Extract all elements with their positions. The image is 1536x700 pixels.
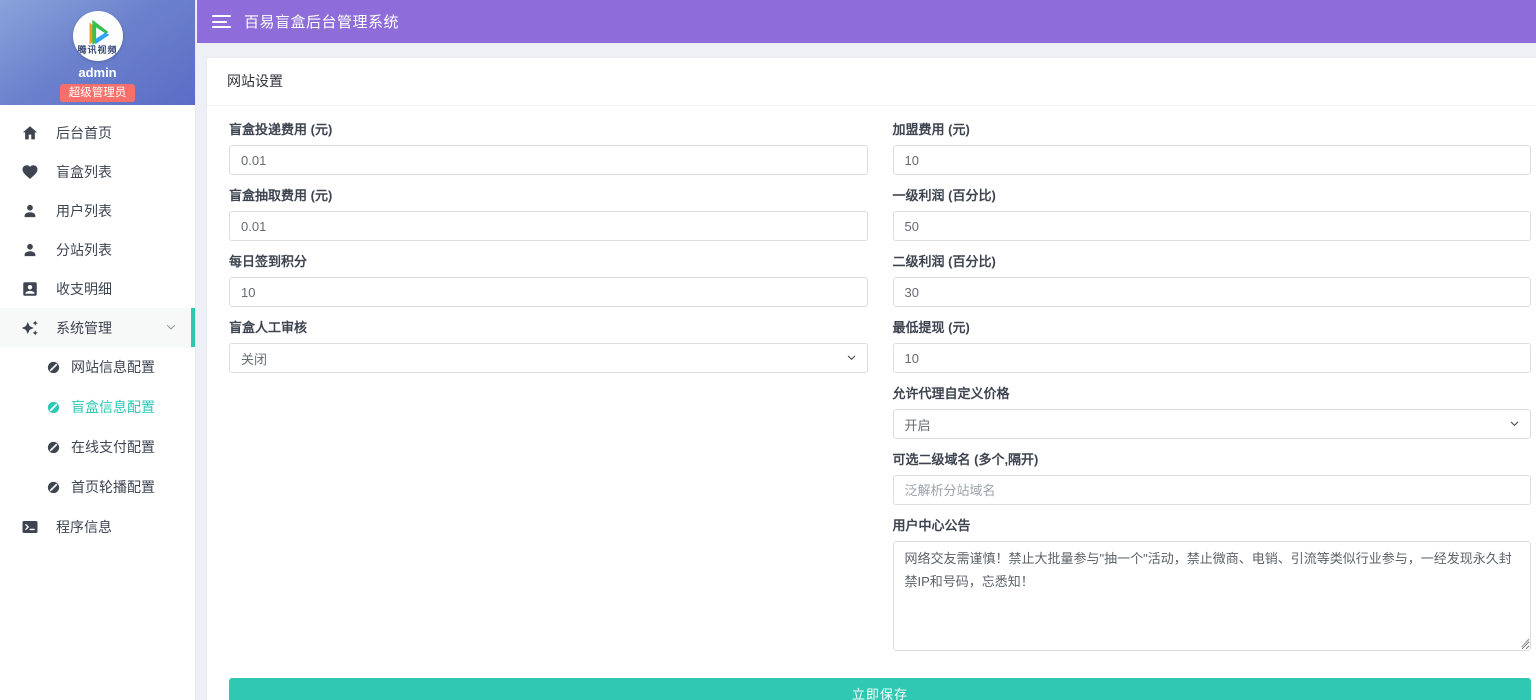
app-title: 百易盲盒后台管理系统 <box>244 11 399 32</box>
sidebar-subitem[interactable]: 在线支付配置 <box>0 427 195 467</box>
username: admin <box>78 65 116 80</box>
sidebar-item-label: 后台首页 <box>56 123 112 143</box>
form-column-right: 加盟费用 (元) 一级利润 (百分比) 二级利润 (百分比) 最低提现 (元) 允许代理… <box>893 122 1532 664</box>
user-icon <box>21 241 39 259</box>
field-label: 每日签到积分 <box>229 254 868 269</box>
card-body: 盲盒投递费用 (元) 盲盒抽取费用 (元) 每日签到积分盲盒人工审核关闭 加盟费用 … <box>207 106 1536 700</box>
sidebar-subitem[interactable]: 首页轮播配置 <box>0 467 195 507</box>
chevron-down-icon <box>1509 417 1520 432</box>
text-input[interactable] <box>893 211 1532 241</box>
form-field: 最低提现 (元) <box>893 320 1532 373</box>
form-column-left: 盲盒投递费用 (元) 盲盒抽取费用 (元) 每日签到积分盲盒人工审核关闭 <box>229 122 868 386</box>
text-input[interactable] <box>229 145 868 175</box>
sidebar-item[interactable]: 盲盒列表 <box>0 152 195 191</box>
config-circle-icon <box>46 360 61 375</box>
user-icon <box>21 202 39 220</box>
role-badge: 超级管理员 <box>60 84 136 102</box>
sidebar-item-label: 系统管理 <box>56 318 112 338</box>
hamburger-icon[interactable] <box>212 15 231 28</box>
chevron-down-icon <box>846 351 857 366</box>
form-field: 盲盒人工审核关闭 <box>229 320 868 373</box>
sidebar-subitem-label: 网站信息配置 <box>71 357 155 377</box>
card-title: 网站设置 <box>207 58 1536 106</box>
sidebar-item[interactable]: 程序信息 <box>0 507 195 546</box>
sidebar-subitem-label: 首页轮播配置 <box>71 477 155 497</box>
chevron-down-icon <box>165 320 177 336</box>
sparkles-icon <box>21 319 39 337</box>
field-label: 用户中心公告 <box>893 518 1532 533</box>
form-field: 可选二级域名 (多个,隔开) <box>893 452 1532 505</box>
avatar[interactable]: 腾讯视频 <box>73 11 123 61</box>
sidebar: 腾讯视频 admin 超级管理员 后台首页盲盒列表用户列表分站列表收支明细系统管… <box>0 0 196 700</box>
sidebar-subitem-label: 盲盒信息配置 <box>71 397 155 417</box>
config-circle-icon <box>46 440 61 455</box>
sidebar-header: 腾讯视频 admin 超级管理员 <box>0 0 195 105</box>
sidebar-item[interactable]: 用户列表 <box>0 191 195 230</box>
form-field: 盲盒投递费用 (元) <box>229 122 868 175</box>
terminal-icon <box>21 518 39 536</box>
sidebar-subitem[interactable]: 网站信息配置 <box>0 347 195 387</box>
form-field: 盲盒抽取费用 (元) <box>229 188 868 241</box>
form-field: 加盟费用 (元) <box>893 122 1532 175</box>
sidebar-item-label: 用户列表 <box>56 201 112 221</box>
text-input[interactable] <box>893 343 1532 373</box>
text-input[interactable] <box>893 475 1532 505</box>
sidebar-item[interactable]: 收支明细 <box>0 269 195 308</box>
select-value: 关闭 <box>241 349 267 368</box>
field-label: 二级利润 (百分比) <box>893 254 1532 269</box>
form-columns: 盲盒投递费用 (元) 盲盒抽取费用 (元) 每日签到积分盲盒人工审核关闭 加盟费用 … <box>229 122 1531 664</box>
sidebar-menu: 后台首页盲盒列表用户列表分站列表收支明细系统管理网站信息配置盲盒信息配置在线支付… <box>0 105 195 546</box>
sidebar-item[interactable]: 分站列表 <box>0 230 195 269</box>
main-area: 百易盲盒后台管理系统 网站设置 盲盒投递费用 (元) 盲盒抽取费用 (元) 每日签到… <box>197 0 1536 700</box>
select-control[interactable]: 开启 <box>893 409 1532 439</box>
home-icon <box>21 124 39 142</box>
select-control[interactable]: 关闭 <box>229 343 868 373</box>
form-field: 二级利润 (百分比) <box>893 254 1532 307</box>
sidebar-item-label: 分站列表 <box>56 240 112 260</box>
field-label: 可选二级域名 (多个,隔开) <box>893 452 1532 467</box>
sidebar-subitem[interactable]: 盲盒信息配置 <box>0 387 195 427</box>
avatar-brand-text: 腾讯视频 <box>73 43 123 56</box>
sidebar-item-label: 收支明细 <box>56 279 112 299</box>
field-label: 盲盒抽取费用 (元) <box>229 188 868 203</box>
textarea-wrap: 网络交友需谨慎！禁止大批量参与"抽一个"活动，禁止微商、电销、引流等类似行业参与… <box>893 541 1532 651</box>
field-label: 最低提现 (元) <box>893 320 1532 335</box>
field-label: 一级利润 (百分比) <box>893 188 1532 203</box>
field-label: 盲盒投递费用 (元) <box>229 122 868 137</box>
select-value: 开启 <box>905 415 931 434</box>
textarea-input[interactable]: 网络交友需谨慎！禁止大批量参与"抽一个"活动，禁止微商、电销、引流等类似行业参与… <box>893 541 1532 651</box>
text-input[interactable] <box>229 277 868 307</box>
content-card: 网站设置 盲盒投递费用 (元) 盲盒抽取费用 (元) 每日签到积分盲盒人工审核关闭 … <box>207 58 1536 700</box>
topbar: 百易盲盒后台管理系统 <box>197 0 1536 43</box>
sidebar-submenu: 网站信息配置盲盒信息配置在线支付配置首页轮播配置 <box>0 347 195 507</box>
heart-icon <box>21 163 39 181</box>
sidebar-item-label: 盲盒列表 <box>56 162 112 182</box>
form-field: 一级利润 (百分比) <box>893 188 1532 241</box>
config-circle-icon <box>46 400 61 415</box>
sidebar-item[interactable]: 后台首页 <box>0 113 195 152</box>
save-button[interactable]: 立即保存 <box>229 678 1531 700</box>
field-label: 允许代理自定义价格 <box>893 386 1532 401</box>
config-circle-icon <box>46 480 61 495</box>
text-input[interactable] <box>893 145 1532 175</box>
sidebar-subitem-label: 在线支付配置 <box>71 437 155 457</box>
ledger-icon <box>21 280 39 298</box>
field-label: 加盟费用 (元) <box>893 122 1532 137</box>
text-input[interactable] <box>893 277 1532 307</box>
form-field: 用户中心公告网络交友需谨慎！禁止大批量参与"抽一个"活动，禁止微商、电销、引流等… <box>893 518 1532 651</box>
field-label: 盲盒人工审核 <box>229 320 868 335</box>
text-input[interactable] <box>229 211 868 241</box>
form-field: 每日签到积分 <box>229 254 868 307</box>
form-field: 允许代理自定义价格开启 <box>893 386 1532 439</box>
sidebar-item[interactable]: 系统管理 <box>0 308 195 347</box>
sidebar-item-label: 程序信息 <box>56 517 112 537</box>
